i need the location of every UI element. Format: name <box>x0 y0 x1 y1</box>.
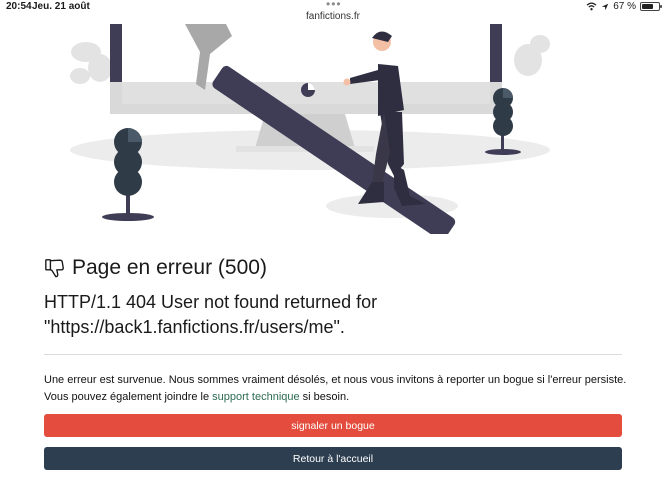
battery-icon <box>640 2 662 11</box>
thumbs-down-icon <box>45 259 64 278</box>
error-illustration <box>70 24 550 234</box>
background-plant-right <box>514 35 550 76</box>
back-home-button[interactable]: Retour à l'accueil <box>44 447 622 470</box>
support-link[interactable]: support technique <box>212 391 299 403</box>
more-dots-icon[interactable]: ••• <box>326 0 342 11</box>
address-url[interactable]: fanfictions.fr <box>0 11 666 22</box>
error-description: Une erreur est survenue. Nous sommes vra… <box>44 372 634 406</box>
status-right: 67 % <box>586 1 662 12</box>
background-plant-left <box>70 42 112 84</box>
error-message: HTTP/1.1 404 User not found returned for… <box>44 292 378 337</box>
page-title-text: Page en erreur (500) <box>72 256 267 279</box>
wifi-icon <box>586 2 597 11</box>
location-icon <box>602 3 609 10</box>
report-bug-button[interactable]: signaler un bogue <box>44 414 622 437</box>
page-title: Page en erreur (500) <box>44 256 267 280</box>
divider <box>44 354 622 355</box>
description-end: si besoin. <box>299 391 350 403</box>
status-bar: 20:54 Jeu. 21 août ••• fanfictions.fr 67… <box>0 0 666 24</box>
battery-percent: 67 % <box>613 1 636 12</box>
